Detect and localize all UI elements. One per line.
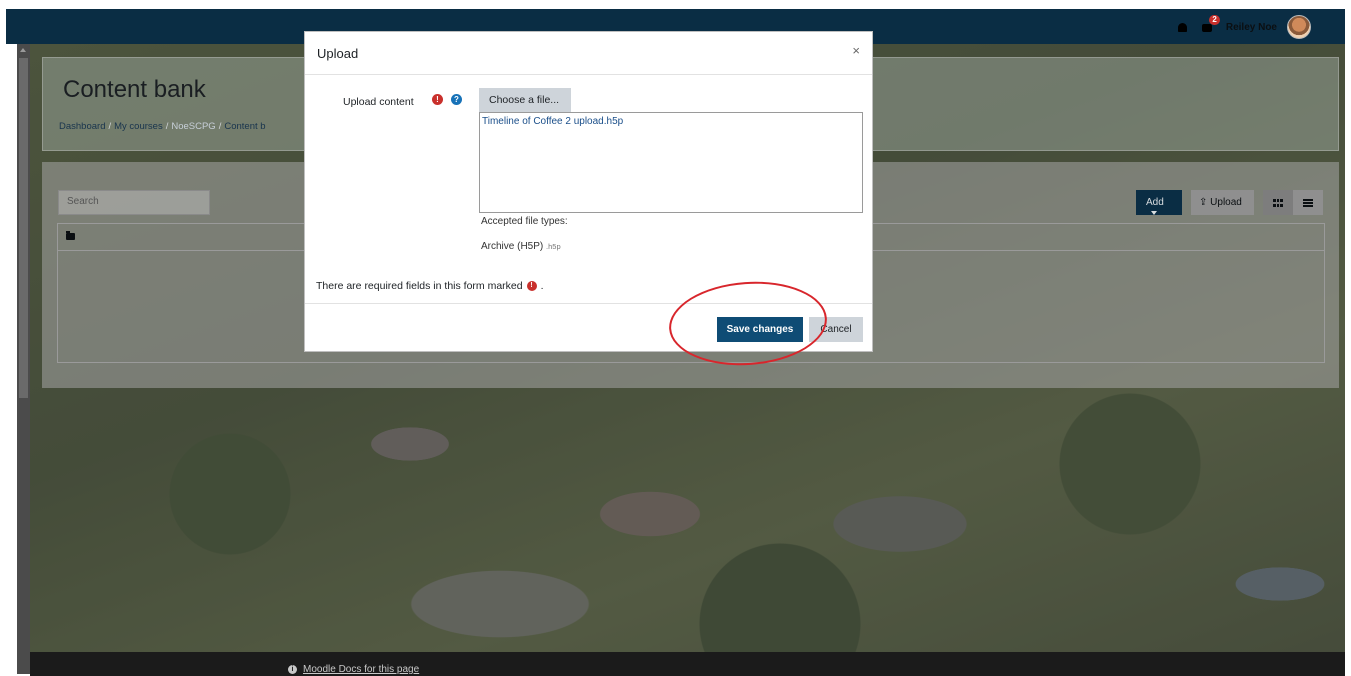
required-icon: ! (432, 94, 443, 105)
view-toggle (1263, 190, 1323, 215)
add-button[interactable]: Add (1136, 190, 1182, 216)
user-menu-name[interactable]: Reiley Noe (1226, 22, 1277, 33)
avatar[interactable] (1287, 15, 1311, 39)
messages-badge: 2 (1209, 15, 1220, 25)
modal-footer: Save changes Cancel (305, 303, 872, 351)
uploaded-file-link[interactable]: Timeline of Coffee 2 upload.h5p (482, 116, 623, 127)
close-icon[interactable]: × (852, 43, 860, 58)
accepted-type-extension: .h5p (546, 242, 561, 251)
file-dropzone[interactable]: Timeline of Coffee 2 upload.h5p (479, 112, 863, 213)
help-icon[interactable]: ? (451, 94, 462, 105)
chevron-down-icon (1151, 211, 1157, 216)
upload-button[interactable]: ⇪ Upload (1191, 190, 1254, 215)
breadcrumb-dashboard[interactable]: Dashboard (59, 121, 105, 132)
search-input[interactable]: Search (58, 190, 210, 215)
breadcrumb-content-bank: Content b (224, 121, 266, 132)
grid-icon (1273, 198, 1283, 207)
upload-modal: Upload × Upload content ! ? Choose a fil… (304, 31, 873, 352)
message-icon (1201, 24, 1212, 32)
moodle-docs-label: Moodle Docs for this page (303, 664, 420, 675)
scrollbar-thumb[interactable] (19, 58, 28, 398)
bell-icon (1177, 23, 1187, 32)
modal-title: Upload (317, 46, 359, 61)
add-button-label: Add (1146, 197, 1164, 208)
upload-content-label: Upload content (343, 96, 414, 108)
messages-button[interactable]: 2 (1201, 15, 1220, 34)
info-icon: i (288, 665, 297, 674)
upload-icon: ⇪ (1199, 197, 1208, 208)
breadcrumb-my-courses[interactable]: My courses (114, 121, 163, 132)
upload-button-label: Upload (1210, 197, 1242, 208)
accepted-type-name: Archive (H5P) (481, 241, 544, 252)
navbar-user-area: 2 Reiley Noe (1177, 15, 1311, 39)
required-note-end: . (540, 280, 544, 292)
accepted-types-label: Accepted file types: (481, 216, 568, 227)
required-note-text: There are required fields in this form m… (316, 280, 523, 292)
accepted-type-item: Archive (H5P) .h5p (481, 241, 561, 252)
cancel-button[interactable]: Cancel (809, 317, 863, 342)
breadcrumb: Dashboard / My courses / NoeSCPG / Content b (59, 121, 266, 132)
notifications-button[interactable] (1177, 20, 1192, 34)
modal-header: Upload × (305, 32, 872, 75)
breadcrumb-course[interactable]: NoeSCPG (171, 121, 215, 132)
left-scrollbar[interactable] (17, 44, 30, 674)
page-title: Content bank (63, 76, 206, 103)
save-changes-button[interactable]: Save changes (717, 317, 803, 342)
grid-view-button[interactable] (1263, 190, 1293, 215)
list-view-button[interactable] (1293, 190, 1323, 215)
list-icon (1303, 198, 1313, 207)
required-icon: ! (526, 281, 537, 291)
scroll-up-icon[interactable] (20, 48, 26, 52)
choose-file-button[interactable]: Choose a file... (479, 88, 571, 113)
required-fields-note: There are required fields in this form m… (316, 280, 544, 292)
page-footer: i Moodle Docs for this page (30, 652, 1345, 676)
folder-icon[interactable] (66, 231, 75, 240)
moodle-docs-link[interactable]: i Moodle Docs for this page (288, 664, 419, 675)
